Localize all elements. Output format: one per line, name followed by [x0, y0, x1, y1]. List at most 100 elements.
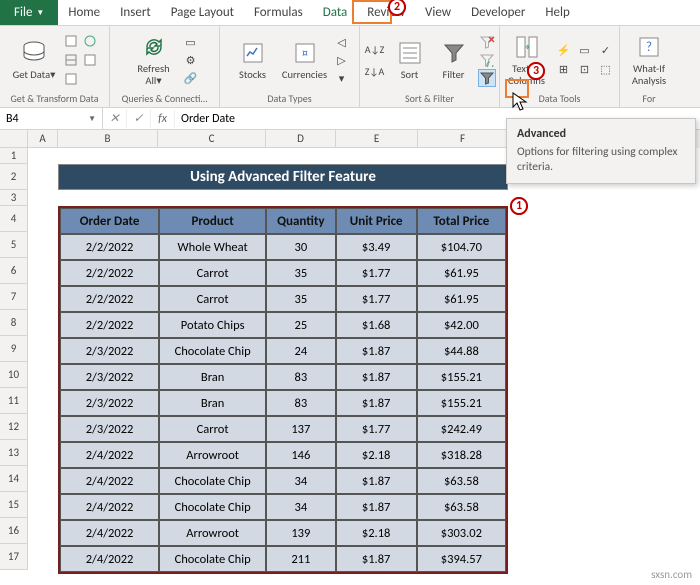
advanced-filter-button[interactable]: [478, 69, 496, 87]
table-cell[interactable]: $1.87: [336, 494, 417, 520]
recent-sources-icon[interactable]: [81, 51, 99, 69]
row-header[interactable]: 14: [0, 466, 28, 492]
get-data-button[interactable]: Get Data▾: [10, 37, 58, 83]
table-cell[interactable]: $1.87: [336, 364, 417, 390]
row-header[interactable]: 11: [0, 388, 28, 414]
chevron-right-icon[interactable]: ▷: [333, 51, 351, 69]
table-cell[interactable]: 2/2/2022: [60, 260, 159, 286]
table-cell[interactable]: 139: [266, 520, 335, 546]
table-cell[interactable]: 2/3/2022: [60, 416, 159, 442]
table-cell[interactable]: 2/2/2022: [60, 312, 159, 338]
row-header[interactable]: 16: [0, 518, 28, 544]
table-cell[interactable]: $1.87: [336, 468, 417, 494]
table-cell[interactable]: Carrot: [159, 286, 266, 312]
table-cell[interactable]: 24: [266, 338, 335, 364]
table-cell[interactable]: 83: [266, 390, 335, 416]
table-cell[interactable]: 83: [266, 364, 335, 390]
chevron-left-icon[interactable]: ◁: [333, 33, 351, 51]
row-header[interactable]: 7: [0, 284, 28, 310]
tab-help[interactable]: Help: [535, 0, 579, 25]
table-cell[interactable]: Chocolate Chip: [159, 546, 266, 572]
more-types-icon[interactable]: ▾: [333, 69, 351, 87]
name-box[interactable]: B4 ▼: [0, 108, 103, 129]
col-header[interactable]: E: [336, 130, 418, 148]
queries-icon[interactable]: ▭: [182, 33, 200, 51]
table-cell[interactable]: Carrot: [159, 260, 266, 286]
table-cell[interactable]: Chocolate Chip: [159, 494, 266, 520]
table-cell[interactable]: Arrowroot: [159, 520, 266, 546]
tab-insert[interactable]: Insert: [110, 0, 161, 25]
row-header[interactable]: 15: [0, 492, 28, 518]
sort-asc-icon[interactable]: A↓Z: [364, 38, 386, 60]
fx-icon[interactable]: fx: [151, 110, 175, 128]
table-cell[interactable]: 2/2/2022: [60, 234, 159, 260]
table-cell[interactable]: Whole Wheat: [159, 234, 266, 260]
row-header[interactable]: 4: [0, 206, 28, 232]
col-header[interactable]: F: [418, 130, 508, 148]
table-cell[interactable]: $155.21: [417, 364, 506, 390]
table-cell[interactable]: 2/4/2022: [60, 546, 159, 572]
header-cell[interactable]: Quantity: [266, 208, 335, 234]
table-cell[interactable]: $61.95: [417, 286, 506, 312]
table-cell[interactable]: 2/3/2022: [60, 338, 159, 364]
table-cell[interactable]: $1.87: [336, 338, 417, 364]
table-cell[interactable]: 137: [266, 416, 335, 442]
table-cell[interactable]: 2/4/2022: [60, 520, 159, 546]
table-cell[interactable]: $1.77: [336, 416, 417, 442]
row-header[interactable]: 2: [0, 164, 28, 190]
row-header[interactable]: 6: [0, 258, 28, 284]
header-cell[interactable]: Product: [159, 208, 266, 234]
row-header[interactable]: 5: [0, 232, 28, 258]
table-cell[interactable]: $1.77: [336, 286, 417, 312]
existing-conn-icon[interactable]: [62, 70, 80, 88]
row-header[interactable]: 8: [0, 310, 28, 336]
relationships-icon[interactable]: ⊡: [576, 61, 594, 79]
table-cell[interactable]: Carrot: [159, 416, 266, 442]
table-cell[interactable]: Potato Chips: [159, 312, 266, 338]
table-cell[interactable]: $318.28: [417, 442, 506, 468]
table-cell[interactable]: 34: [266, 468, 335, 494]
row-header[interactable]: 12: [0, 414, 28, 440]
table-cell[interactable]: $63.58: [417, 468, 506, 494]
table-cell[interactable]: $2.18: [336, 442, 417, 468]
table-cell[interactable]: $1.68: [336, 312, 417, 338]
remove-dup-icon[interactable]: ▭: [576, 42, 594, 60]
row-header[interactable]: 9: [0, 336, 28, 362]
filter-button[interactable]: Filter: [434, 37, 474, 83]
col-header[interactable]: D: [266, 130, 336, 148]
row-header[interactable]: 1: [0, 148, 28, 164]
table-cell[interactable]: 25: [266, 312, 335, 338]
table-cell[interactable]: 2/4/2022: [60, 442, 159, 468]
table-cell[interactable]: $42.00: [417, 312, 506, 338]
row-header[interactable]: 13: [0, 440, 28, 466]
refresh-all-button[interactable]: Refresh All▾: [130, 31, 178, 88]
col-header[interactable]: B: [58, 130, 158, 148]
table-cell[interactable]: Bran: [159, 390, 266, 416]
data-model-icon[interactable]: ⬚: [597, 61, 615, 79]
table-cell[interactable]: 35: [266, 260, 335, 286]
tab-page-layout[interactable]: Page Layout: [161, 0, 244, 25]
cancel-icon[interactable]: ✕: [103, 109, 127, 128]
table-cell[interactable]: 35: [266, 286, 335, 312]
table-cell[interactable]: Chocolate Chip: [159, 338, 266, 364]
col-header[interactable]: C: [158, 130, 266, 148]
col-header[interactable]: A: [28, 130, 58, 148]
table-cell[interactable]: $2.18: [336, 520, 417, 546]
table-cell[interactable]: 2/4/2022: [60, 494, 159, 520]
tab-view[interactable]: View: [415, 0, 461, 25]
table-cell[interactable]: $394.57: [417, 546, 506, 572]
table-cell[interactable]: $303.02: [417, 520, 506, 546]
flash-fill-icon[interactable]: ⚡: [555, 42, 573, 60]
whatif-button[interactable]: ? What-If Analysis: [625, 31, 673, 88]
table-cell[interactable]: Chocolate Chip: [159, 468, 266, 494]
table-cell[interactable]: 2/4/2022: [60, 468, 159, 494]
sort-desc-icon[interactable]: Z↓A: [364, 60, 386, 82]
from-web-icon[interactable]: [81, 32, 99, 50]
row-header[interactable]: 10: [0, 362, 28, 388]
sort-button[interactable]: Sort: [390, 37, 430, 83]
row-header[interactable]: 3: [0, 190, 28, 206]
table-cell[interactable]: $155.21: [417, 390, 506, 416]
table-cell[interactable]: $104.70: [417, 234, 506, 260]
table-cell[interactable]: 2/3/2022: [60, 390, 159, 416]
tab-developer[interactable]: Developer: [461, 0, 535, 25]
